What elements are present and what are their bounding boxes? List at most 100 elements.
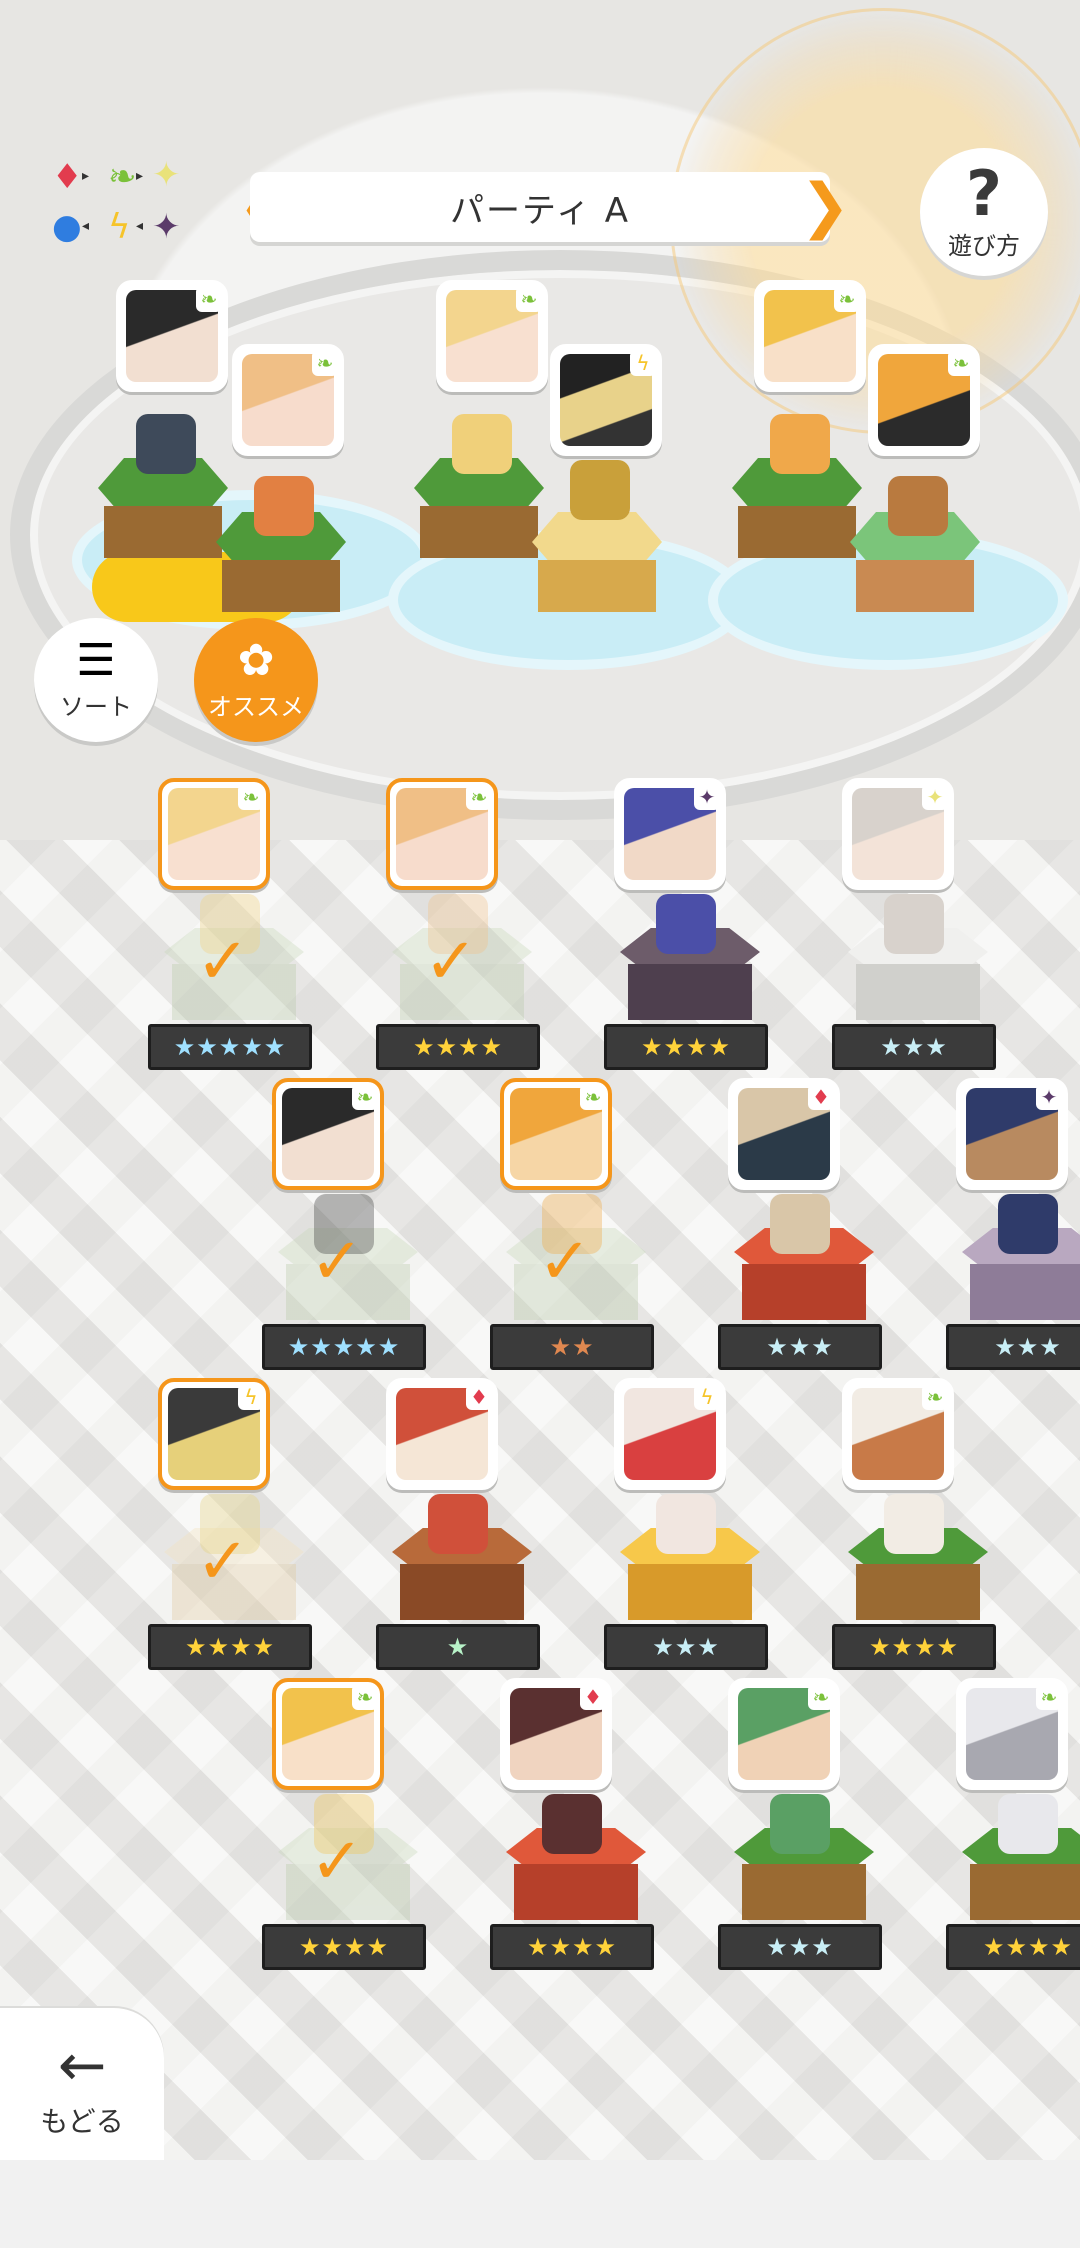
party-slot-3-sprite-1 (770, 414, 830, 474)
checkmark-icon: ✓ (196, 925, 250, 999)
recommend-label: オススメ (208, 692, 304, 721)
wind-element-icon: ❧ (352, 1084, 378, 1110)
help-button[interactable]: ? 遊び方 (920, 148, 1048, 276)
light-star-icon: ✦ (152, 155, 181, 195)
party-slot-2-tile-front (532, 512, 662, 622)
party-slot-1-sprite-1 (136, 414, 196, 474)
fire-element-icon: ♦ (580, 1684, 606, 1710)
character-portrait[interactable]: ✦ (842, 778, 954, 890)
character-portrait[interactable]: ❧ (272, 1078, 384, 1190)
wind-element-icon: ❧ (352, 1684, 378, 1710)
water-circle-icon: ● (52, 207, 82, 247)
character-sprite (770, 1194, 830, 1254)
party-slot-2-tile-back (414, 458, 544, 568)
sort-label: ソート (60, 692, 132, 721)
party-slot-3-tile-back (732, 458, 862, 568)
star-rating: ★★★ (718, 1324, 882, 1370)
star-rating: ★★★ (946, 1324, 1080, 1370)
wind-element-icon: ❧ (580, 1084, 606, 1110)
star-rating: ★★★★ (262, 1924, 426, 1970)
character-portrait[interactable]: ❧ (272, 1678, 384, 1790)
character-sprite (884, 894, 944, 954)
party-slot-2-portrait-1[interactable]: ❧ (436, 280, 548, 392)
character-portrait[interactable]: ✦ (614, 778, 726, 890)
character-card[interactable]: ϟ ✓ ★★★★ (148, 1378, 312, 1670)
character-card[interactable]: ϟ ★★★ (604, 1378, 768, 1670)
wind-element-icon: ❧ (1036, 1684, 1062, 1710)
wind-element-icon: ❧ (466, 784, 492, 810)
character-portrait[interactable]: ϟ (158, 1378, 270, 1490)
character-card[interactable]: ❧ ✓ ★★★★★ (148, 778, 312, 1070)
recommend-button[interactable]: ✿ オススメ (194, 618, 318, 742)
flower-icon: ✿ (237, 634, 275, 686)
character-portrait[interactable]: ❧ (728, 1678, 840, 1790)
character-card[interactable]: ♦ ★★★ (718, 1078, 882, 1370)
character-card[interactable]: ✦ ★★★ (946, 1078, 1080, 1370)
star-rating: ★★★★★ (262, 1324, 426, 1370)
character-card[interactable]: ❧ ★★★★ (946, 1678, 1080, 1970)
star-rating: ★★★★ (604, 1024, 768, 1070)
character-card[interactable]: ✦ ★★★★ (604, 778, 768, 1070)
character-sprite (884, 1494, 944, 1554)
fire-diamond-icon: ♦ (52, 157, 83, 197)
character-sprite (428, 1494, 488, 1554)
character-card[interactable]: ❧ ✓ ★★★★ (262, 1678, 426, 1970)
back-button[interactable]: ← もどる (0, 2008, 164, 2168)
wind-element-icon: ❧ (948, 350, 974, 376)
party-slot-2-portrait-2[interactable]: ϟ (550, 344, 662, 456)
party-slot-2-sprite-2 (570, 460, 630, 520)
character-portrait[interactable]: ♦ (500, 1678, 612, 1790)
character-portrait[interactable]: ♦ (386, 1378, 498, 1490)
dark-star-icon: ✦ (152, 207, 181, 247)
thunder-element-icon: ϟ (630, 350, 656, 376)
sort-button[interactable]: ☰ ソート (34, 618, 158, 742)
question-icon: ? (966, 156, 1002, 230)
thunder-element-icon: ϟ (238, 1384, 264, 1410)
character-portrait[interactable]: ❧ (500, 1078, 612, 1190)
character-portrait[interactable]: ❧ (842, 1378, 954, 1490)
party-slot-3-portrait-1[interactable]: ❧ (754, 280, 866, 392)
arrow-right-icon: ▸ (136, 168, 144, 184)
wind-element-icon: ❧ (516, 286, 542, 312)
character-sprite (656, 1494, 716, 1554)
character-sprite (770, 1794, 830, 1854)
character-portrait[interactable]: ❧ (386, 778, 498, 890)
character-sprite (656, 894, 716, 954)
checkmark-icon: ✓ (538, 1225, 592, 1299)
character-card[interactable]: ❧ ✓ ★★ (490, 1078, 654, 1370)
wind-element-icon: ❧ (238, 784, 264, 810)
character-card[interactable]: ❧ ★★★ (718, 1678, 882, 1970)
party-slot-1-portrait-2[interactable]: ❧ (232, 344, 344, 456)
party-slot-1-portrait-1[interactable]: ❧ (116, 280, 228, 392)
arrow-left-icon: ◂ (82, 218, 90, 234)
star-rating: ★★★★ (832, 1624, 996, 1670)
character-portrait[interactable]: ♦ (728, 1078, 840, 1190)
party-slot-2-sprite-1 (452, 414, 512, 474)
star-rating: ★★ (490, 1324, 654, 1370)
star-rating: ★★★★★ (148, 1024, 312, 1070)
star-rating: ★★★★ (148, 1624, 312, 1670)
character-portrait[interactable]: ❧ (956, 1678, 1068, 1790)
character-card[interactable]: ❧ ✓ ★★★★★ (262, 1078, 426, 1370)
character-portrait[interactable]: ❧ (158, 778, 270, 890)
wind-element-icon: ❧ (196, 286, 222, 312)
party-slot-1-tile-back (98, 458, 228, 568)
character-card[interactable]: ❧ ✓ ★★★★ (376, 778, 540, 1070)
star-rating: ★★★★ (376, 1024, 540, 1070)
party-name-bar: パーティ A (250, 172, 830, 242)
party-slot-1-sprite-2 (254, 476, 314, 536)
dark-element-icon: ✦ (1036, 1084, 1062, 1110)
element-chart: ♦ ▸ ❧ ▸ ✦ ● ◂ ϟ ◂ ✦ (52, 155, 192, 250)
character-card[interactable]: ♦ ★★★★ (490, 1678, 654, 1970)
character-portrait[interactable]: ϟ (614, 1378, 726, 1490)
character-card[interactable]: ✦ ★★★ (832, 778, 996, 1070)
party-name: パーティ A (449, 190, 631, 231)
character-card[interactable]: ♦ ★ (376, 1378, 540, 1670)
chevron-right-icon[interactable]: ❯ (800, 176, 850, 240)
character-portrait[interactable]: ✦ (956, 1078, 1068, 1190)
fire-element-icon: ♦ (808, 1084, 834, 1110)
character-card[interactable]: ❧ ★★★★ (832, 1378, 996, 1670)
party-slot-3-sprite-2 (888, 476, 948, 536)
party-slot-3-portrait-2[interactable]: ❧ (868, 344, 980, 456)
arrow-both-icon: ◂ (136, 218, 144, 234)
